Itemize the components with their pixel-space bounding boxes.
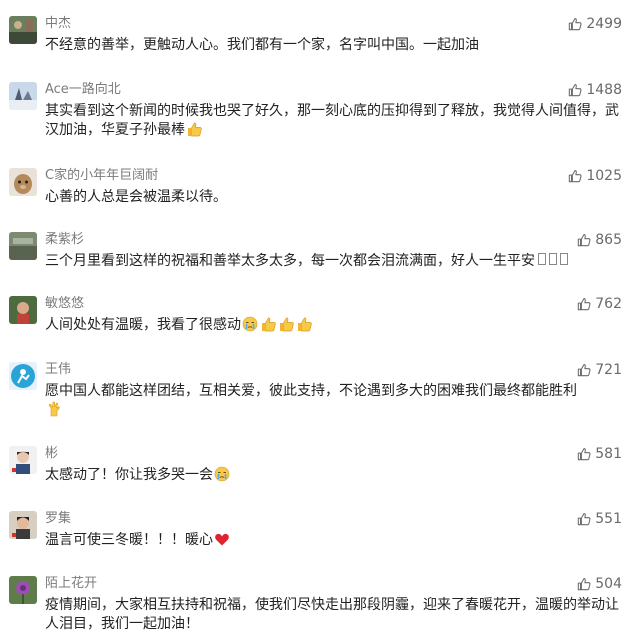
missing-glyph (549, 253, 557, 265)
commenter-name[interactable]: 柔紫杉 (45, 232, 84, 248)
like-button[interactable]: 762 (577, 296, 622, 312)
thumbs-up-icon (577, 512, 591, 526)
comment-text: 太感动了！你让我多哭一会 (45, 466, 623, 485)
red-heart-emoji (214, 531, 230, 547)
like-count: 504 (595, 576, 622, 592)
commenter-name[interactable]: 王伟 (45, 362, 71, 378)
avatar[interactable] (9, 82, 37, 110)
comment-feed: 中杰 2499 不经意的善举，更触动人心。我们都有一个家，名字叫中国。一起加油 … (0, 0, 636, 636)
thumbs-up-icon (577, 233, 591, 247)
like-button[interactable]: 504 (577, 576, 622, 592)
comment-text: 三个月里看到这样的祝福和善举太多太多，每一次都会泪流满面，好人一生平安 (45, 252, 623, 271)
thumbs-up-icon (568, 169, 582, 183)
thumbs-up-emoji (260, 316, 276, 332)
like-button[interactable]: 1025 (568, 168, 622, 184)
comment-text: 人间处处有温暖，我看了很感动 (45, 316, 623, 335)
commenter-name[interactable]: 罗集 (45, 511, 71, 527)
like-button[interactable]: 721 (577, 362, 622, 378)
thumbs-up-emoji (278, 316, 294, 332)
avatar[interactable] (9, 232, 37, 260)
avatar[interactable] (9, 446, 37, 474)
commenter-name[interactable]: C家的小年年巨阔耐 (45, 168, 158, 184)
thumbs-up-icon (577, 577, 591, 591)
thumbs-up-emoji (296, 316, 312, 332)
like-count: 551 (595, 511, 622, 527)
thumbs-up-icon (577, 297, 591, 311)
commenter-name[interactable]: 彬 (45, 446, 58, 462)
thumbs-up-emoji (186, 121, 202, 137)
missing-glyph (538, 253, 546, 265)
comment-text: 愿中国人都能这样团结，互相关爱，彼此支持，不论遇到多大的困难我们最终都能胜利 (45, 382, 623, 420)
comment-text: 心善的人总是会被温柔以待。 (45, 189, 227, 205)
avatar[interactable] (9, 16, 37, 44)
comment-text: 疫情期间，大家相互扶持和祝福，使我们尽快走出那段阴霾，迎来了春暖花开，温暖的举动… (45, 597, 619, 632)
like-count: 1025 (586, 168, 622, 184)
like-button[interactable]: 2499 (568, 16, 622, 32)
like-button[interactable]: 581 (577, 446, 622, 462)
like-count: 581 (595, 446, 622, 462)
missing-glyph (560, 253, 568, 265)
thumbs-up-icon (577, 363, 591, 377)
commenter-name[interactable]: 陌上花开 (45, 576, 97, 592)
avatar[interactable] (9, 296, 37, 324)
comment-text: 其实看到这个新闻的时候我也哭了好久，那一刻心底的压抑得到了释放，我觉得人间值得，… (45, 103, 619, 138)
thumbs-up-icon (568, 83, 582, 97)
like-count: 762 (595, 296, 622, 312)
like-count: 2499 (586, 16, 622, 32)
like-count: 1488 (586, 82, 622, 98)
avatar[interactable] (9, 362, 37, 390)
comment-text: 不经意的善举，更触动人心。我们都有一个家，名字叫中国。一起加油 (45, 37, 479, 53)
comment-text: 温言可使三冬暖！！！暖心 (45, 531, 623, 550)
thumbs-up-icon (568, 17, 582, 31)
crying-emoji (242, 316, 258, 332)
like-count: 721 (595, 362, 622, 378)
like-button[interactable]: 1488 (568, 82, 622, 98)
ok-hand-emoji (46, 401, 62, 417)
like-button[interactable]: 865 (577, 232, 622, 248)
like-button[interactable]: 551 (577, 511, 622, 527)
avatar[interactable] (9, 168, 37, 196)
like-count: 865 (595, 232, 622, 248)
thumbs-up-icon (577, 447, 591, 461)
commenter-name[interactable]: 敏悠悠 (45, 296, 84, 312)
avatar[interactable] (9, 576, 37, 604)
commenter-name[interactable]: 中杰 (45, 16, 71, 32)
crying-emoji (214, 466, 230, 482)
commenter-name[interactable]: Ace一路向北 (45, 82, 121, 98)
avatar[interactable] (9, 511, 37, 539)
